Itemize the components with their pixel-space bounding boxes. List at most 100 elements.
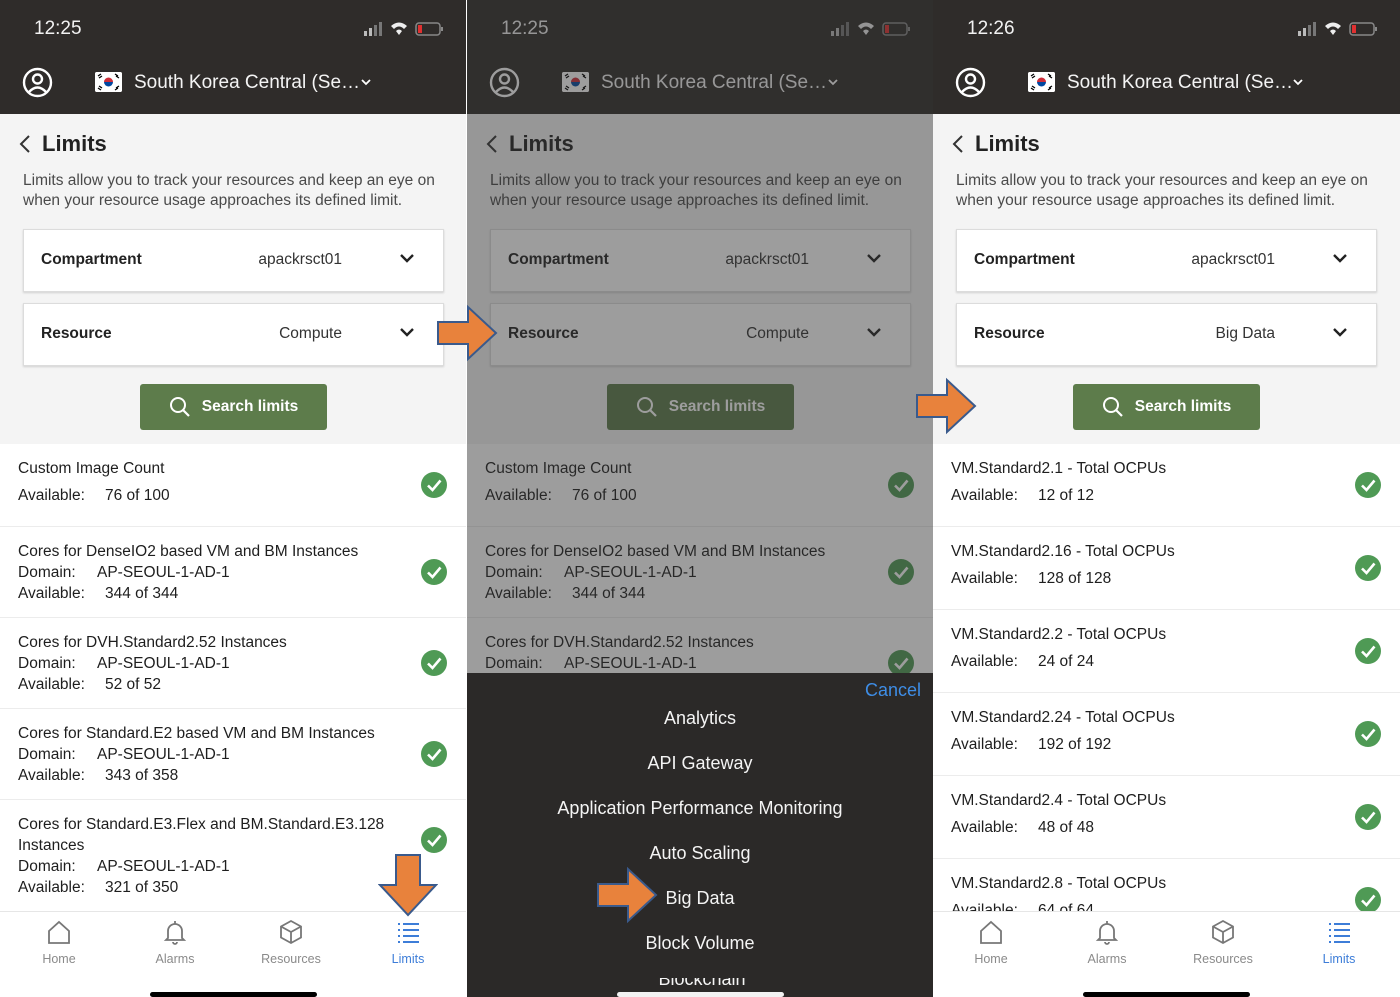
available-label: Available: (951, 736, 1018, 753)
account-icon[interactable] (955, 67, 986, 98)
limits-list[interactable]: VM.Standard2.1 - Total OCPUs Available: 1… (933, 444, 1400, 911)
region-selector[interactable]: South Korea Central (Se… (134, 72, 360, 94)
list-item[interactable]: VM.Standard2.8 - Total OCPUs Available: 6… (933, 859, 1400, 911)
domain-value: AP-SEOUL-1-AD-1 (97, 564, 230, 581)
search-icon (169, 397, 190, 417)
domain-value: AP-SEOUL-1-AD-1 (97, 655, 230, 672)
compartment-select[interactable]: Compartment apackrsct01 (956, 229, 1377, 292)
chevron-down-icon[interactable] (399, 326, 415, 338)
limit-title: VM.Standard2.1 - Total OCPUs (951, 460, 1167, 477)
option-blockchain-label: Blockchain (657, 978, 747, 986)
check-circle-icon (1355, 638, 1381, 664)
option-api-gateway[interactable]: API Gateway (467, 753, 933, 774)
resource-select[interactable]: Resource Big Data (956, 303, 1377, 366)
compartment-label: Compartment (974, 251, 1075, 268)
tab-limits[interactable]: Limits (368, 918, 448, 966)
tab-home[interactable]: Home (951, 918, 1031, 966)
list-item[interactable]: VM.Standard2.2 - Total OCPUs Available: 2… (933, 610, 1400, 693)
tab-home[interactable]: Home (19, 918, 99, 966)
bell-icon (163, 921, 187, 945)
available-value: 64 of 64 (1038, 902, 1095, 911)
cancel-button[interactable]: Cancel (865, 680, 921, 701)
option-apm[interactable]: Application Performance Monitoring (467, 798, 933, 819)
chevron-down-icon[interactable] (360, 76, 372, 88)
chevron-down-icon[interactable] (1292, 76, 1304, 88)
chevron-down-icon[interactable] (399, 252, 415, 264)
domain-label: Domain: (18, 564, 76, 581)
tab-label: Home (42, 952, 76, 966)
list-item[interactable]: Cores for Standard.E2 based VM and BM In… (0, 709, 466, 800)
page-description: Limits allow you to track your resources… (956, 172, 1368, 209)
compartment-value: apackrsct01 (1191, 251, 1275, 268)
arrow-right-annotation (597, 866, 658, 924)
resource-picker-sheet: Cancel Analytics API Gateway Application… (467, 673, 933, 997)
arrow-right-annotation (437, 304, 498, 362)
available-value: 343 of 358 (105, 767, 179, 784)
available-label: Available: (951, 902, 1018, 911)
search-limits-label: Search limits (201, 398, 299, 415)
tab-alarms[interactable]: Alarms (1067, 918, 1147, 966)
limit-title: VM.Standard2.24 - Total OCPUs (951, 709, 1175, 726)
option-big-data[interactable]: Big Data (467, 888, 933, 909)
cube-icon (280, 919, 302, 945)
tab-alarms[interactable]: Alarms (135, 918, 215, 966)
list-icon (398, 923, 419, 943)
korea-flag-icon (95, 72, 122, 92)
tab-resources[interactable]: Resources (251, 918, 331, 966)
cube-icon (1212, 919, 1234, 945)
tab-limits[interactable]: Limits (1299, 918, 1379, 966)
back-nav[interactable]: Limits (18, 131, 107, 157)
resource-label: Resource (41, 325, 112, 342)
compartment-select[interactable]: Compartment apackrsct01 (23, 229, 444, 292)
list-item[interactable]: VM.Standard2.16 - Total OCPUs Available:… (933, 527, 1400, 610)
home-indicator (1083, 992, 1250, 997)
tab-label: Alarms (155, 952, 195, 966)
limits-list[interactable]: Custom Image Count Available: 76 of 100 C… (0, 444, 466, 911)
korea-flag-icon (1028, 72, 1055, 92)
chevron-down-icon[interactable] (1332, 326, 1348, 338)
available-value: 48 of 48 (1038, 819, 1095, 836)
limit-title: Cores for DenseIO2 based VM and BM Insta… (18, 543, 359, 560)
domain-value: AP-SEOUL-1-AD-1 (97, 858, 230, 875)
tab-resources[interactable]: Resources (1183, 918, 1263, 966)
option-analytics[interactable]: Analytics (467, 708, 933, 729)
tab-label: Resources (261, 952, 321, 966)
available-value: 192 of 192 (1038, 736, 1112, 753)
check-circle-icon (421, 472, 447, 498)
tab-label: Alarms (1087, 952, 1127, 966)
resource-value: Compute (279, 325, 342, 342)
compartment-value: apackrsct01 (258, 251, 342, 268)
resource-value: Big Data (1215, 325, 1275, 342)
check-circle-icon (421, 741, 447, 767)
check-circle-icon (1355, 472, 1381, 498)
list-item[interactable]: Cores for DenseIO2 based VM and BM Insta… (0, 527, 466, 618)
search-limits-button[interactable]: Search limits (140, 384, 327, 430)
chevron-left-icon[interactable] (18, 133, 32, 155)
list-item[interactable]: Cores for DVH.Standard2.52 Instances Dom… (0, 618, 466, 709)
available-label: Available: (18, 487, 85, 504)
domain-label: Domain: (18, 746, 76, 763)
status-time: 12:26 (967, 18, 1015, 39)
back-nav[interactable]: Limits (951, 131, 1040, 157)
status-icons (364, 22, 443, 36)
screen-resource-picker: 12:25 South Korea Central (Se… Limits Li… (467, 0, 933, 997)
limit-title: VM.Standard2.8 - Total OCPUs (951, 875, 1167, 892)
modal-overlay[interactable] (467, 0, 933, 673)
account-icon[interactable] (22, 67, 53, 98)
chevron-down-icon[interactable] (1332, 252, 1348, 264)
option-blockchain-partial[interactable]: Blockchain (657, 978, 747, 986)
search-limits-button[interactable]: Search limits (1073, 384, 1260, 430)
option-auto-scaling[interactable]: Auto Scaling (467, 843, 933, 864)
option-block-volume[interactable]: Block Volume (467, 933, 933, 954)
list-item[interactable]: VM.Standard2.24 - Total OCPUs Available:… (933, 693, 1400, 776)
list-item[interactable]: VM.Standard2.4 - Total OCPUs Available: 4… (933, 776, 1400, 859)
status-icons (1298, 22, 1377, 36)
list-item[interactable]: VM.Standard2.1 - Total OCPUs Available: 1… (933, 444, 1400, 527)
limit-title: Cores for Standard.E2 based VM and BM In… (18, 725, 375, 742)
app-header: 12:25 South Korea Central (Se… (0, 0, 466, 114)
chevron-left-icon[interactable] (951, 133, 965, 155)
resource-select[interactable]: Resource Compute (23, 303, 444, 366)
home-indicator (150, 992, 317, 997)
list-item[interactable]: Custom Image Count Available: 76 of 100 (0, 444, 466, 527)
region-selector[interactable]: South Korea Central (Se… (1067, 72, 1293, 94)
